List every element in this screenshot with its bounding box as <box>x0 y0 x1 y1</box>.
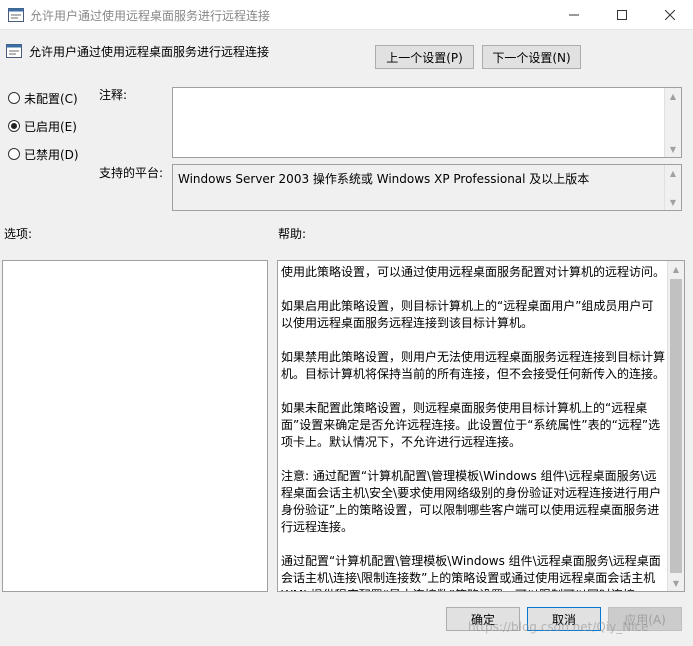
help-paragraph: 如果启用此策略设置，则目标计算机上的“远程桌面用户”组成员用户可以使用远程桌面服… <box>281 299 654 330</box>
policy-title: 允许用户通过使用远程桌面服务进行远程连接 <box>29 44 270 59</box>
options-label: 选项: <box>4 227 33 241</box>
minimize-button[interactable] <box>551 0 597 30</box>
help-text: 使用此策略设置，可以通过使用远程桌面服务配置对计算机的远程访问。 如果启用此策略… <box>281 264 666 591</box>
policy-header: 允许用户通过使用远程桌面服务进行远程连接 <box>6 42 269 60</box>
radio-not-configured[interactable]: 未配置(C) <box>8 90 78 106</box>
maximize-icon <box>617 10 627 20</box>
help-paragraph: 如果未配置此策略设置，则远程桌面服务使用目标计算机上的“远程桌面”设置来确定是否… <box>281 401 661 449</box>
title-bar: 允许用户通过使用远程桌面服务进行远程连接 <box>0 0 693 30</box>
policy-app-icon <box>8 8 24 22</box>
scroll-down-icon[interactable]: ▼ <box>668 575 684 591</box>
platform-value: Windows Server 2003 操作系统或 Windows XP Pro… <box>178 172 590 186</box>
window-title: 允许用户通过使用远程桌面服务进行远程连接 <box>30 9 271 23</box>
scroll-up-icon[interactable]: ▲ <box>665 88 681 104</box>
close-button[interactable] <box>647 0 693 30</box>
help-scrollbar[interactable]: ▲ ▼ <box>667 261 684 591</box>
comment-label: 注释: <box>99 88 128 102</box>
scroll-down-icon[interactable]: ▼ <box>665 194 681 210</box>
scroll-up-icon[interactable]: ▲ <box>668 261 684 277</box>
watermark: https://blog.csdn.net/Qiy_Nice <box>468 620 649 634</box>
help-label: 帮助: <box>278 227 307 241</box>
platform-label: 支持的平台: <box>99 166 164 180</box>
scroll-down-icon[interactable]: ▼ <box>665 141 681 157</box>
scroll-up-icon[interactable]: ▲ <box>665 165 681 181</box>
close-icon <box>665 10 675 20</box>
radio-disabled[interactable]: 已禁用(D) <box>8 146 79 162</box>
radio-circle-icon[interactable] <box>8 92 20 104</box>
radio-circle-checked-icon[interactable] <box>8 120 20 132</box>
platform-scrollbar[interactable]: ▲ ▼ <box>664 165 681 210</box>
help-paragraph: 注意: 通过配置“计算机配置\管理模板\Windows 组件\远程桌面服务\远程… <box>281 469 662 534</box>
next-setting-button[interactable]: 下一个设置(N) <box>482 45 581 69</box>
minimize-icon <box>569 14 579 16</box>
maximize-button[interactable] <box>599 0 645 30</box>
supported-platform-box: Windows Server 2003 操作系统或 Windows XP Pro… <box>172 164 682 211</box>
help-pane: 使用此策略设置，可以通过使用远程桌面服务配置对计算机的远程访问。 如果启用此策略… <box>277 260 685 592</box>
help-scroll-thumb[interactable] <box>670 279 682 573</box>
help-paragraph: 使用此策略设置，可以通过使用远程桌面服务配置对计算机的远程访问。 <box>281 265 666 279</box>
previous-setting-button[interactable]: 上一个设置(P) <box>375 45 474 69</box>
policy-setting-icon <box>6 44 22 58</box>
options-pane <box>2 260 268 592</box>
help-paragraph: 如果禁用此策略设置，则用户无法使用远程桌面服务远程连接到目标计算机。目标计算机将… <box>281 350 666 381</box>
radio-label: 已启用(E) <box>24 119 77 134</box>
radio-label: 未配置(C) <box>24 91 78 106</box>
comment-scrollbar[interactable]: ▲ ▼ <box>664 88 681 157</box>
radio-enabled[interactable]: 已启用(E) <box>8 118 77 134</box>
radio-label: 已禁用(D) <box>24 147 79 162</box>
radio-circle-icon[interactable] <box>8 148 20 160</box>
help-paragraph: 通过配置“计算机配置\管理模板\Windows 组件\远程桌面服务\远程桌面会话… <box>281 554 661 591</box>
comment-textarea[interactable]: ▲ ▼ <box>172 87 682 158</box>
